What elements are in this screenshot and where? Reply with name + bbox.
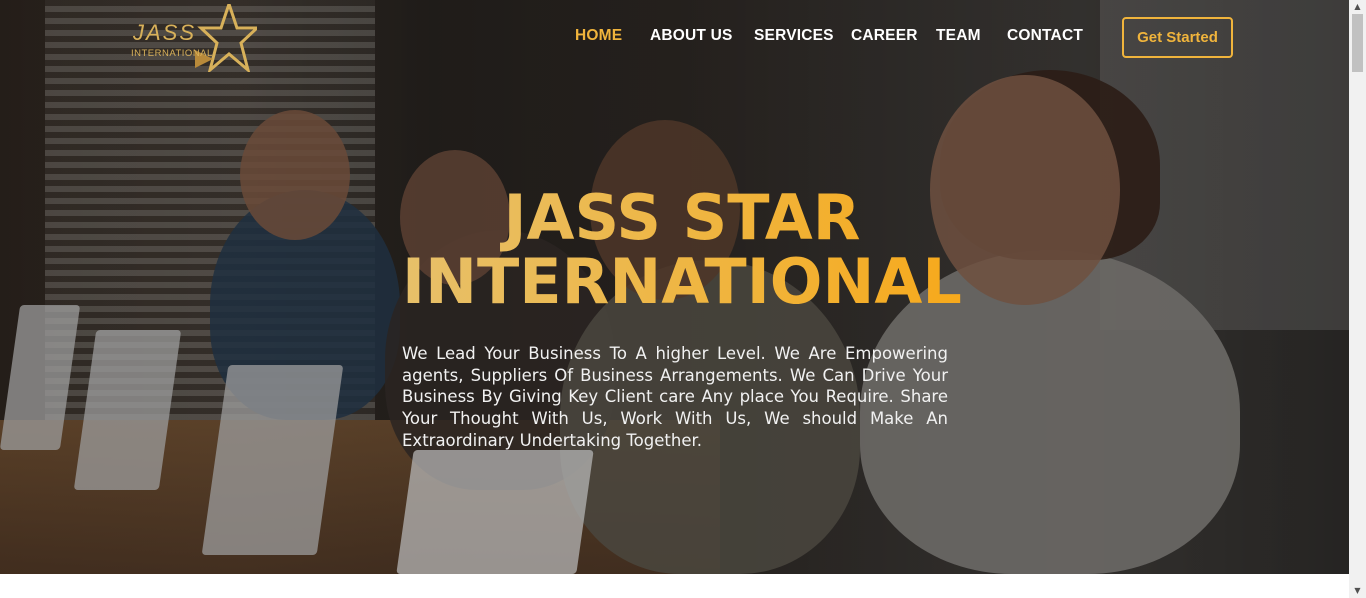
get-started-button[interactable]: Get Started <box>1122 17 1233 58</box>
agent-1-head <box>240 110 350 240</box>
scrollbar-thumb[interactable] <box>1352 14 1363 72</box>
nav-career[interactable]: CAREER <box>851 27 918 45</box>
hero-title-line-2: INTERNATIONAL. <box>402 245 986 318</box>
page-scrollbar[interactable]: ▲ ▼ <box>1349 0 1366 598</box>
nav-about-us[interactable]: ABOUT US <box>650 27 733 45</box>
nav-team[interactable]: TEAM <box>936 27 981 45</box>
hero-title-line-1: JASS STAR <box>503 181 861 254</box>
chevron-up-icon[interactable]: ▲ <box>1349 0 1366 14</box>
laptop-4 <box>396 450 594 574</box>
nav-home[interactable]: HOME <box>575 27 622 45</box>
logo-sub-text: INTERNATIONAL <box>131 48 213 59</box>
hero-section: JASS INTERNATIONAL HOME ABOUT US SERVICE… <box>0 0 1349 574</box>
hero-title: JASS STAR INTERNATIONAL. <box>402 186 962 314</box>
chevron-down-icon[interactable]: ▼ <box>1349 584 1366 598</box>
nav-services[interactable]: SERVICES <box>754 27 834 45</box>
nav-contact[interactable]: CONTACT <box>1007 27 1083 45</box>
hero-description: We Lead Your Business To A higher Level.… <box>402 344 948 450</box>
